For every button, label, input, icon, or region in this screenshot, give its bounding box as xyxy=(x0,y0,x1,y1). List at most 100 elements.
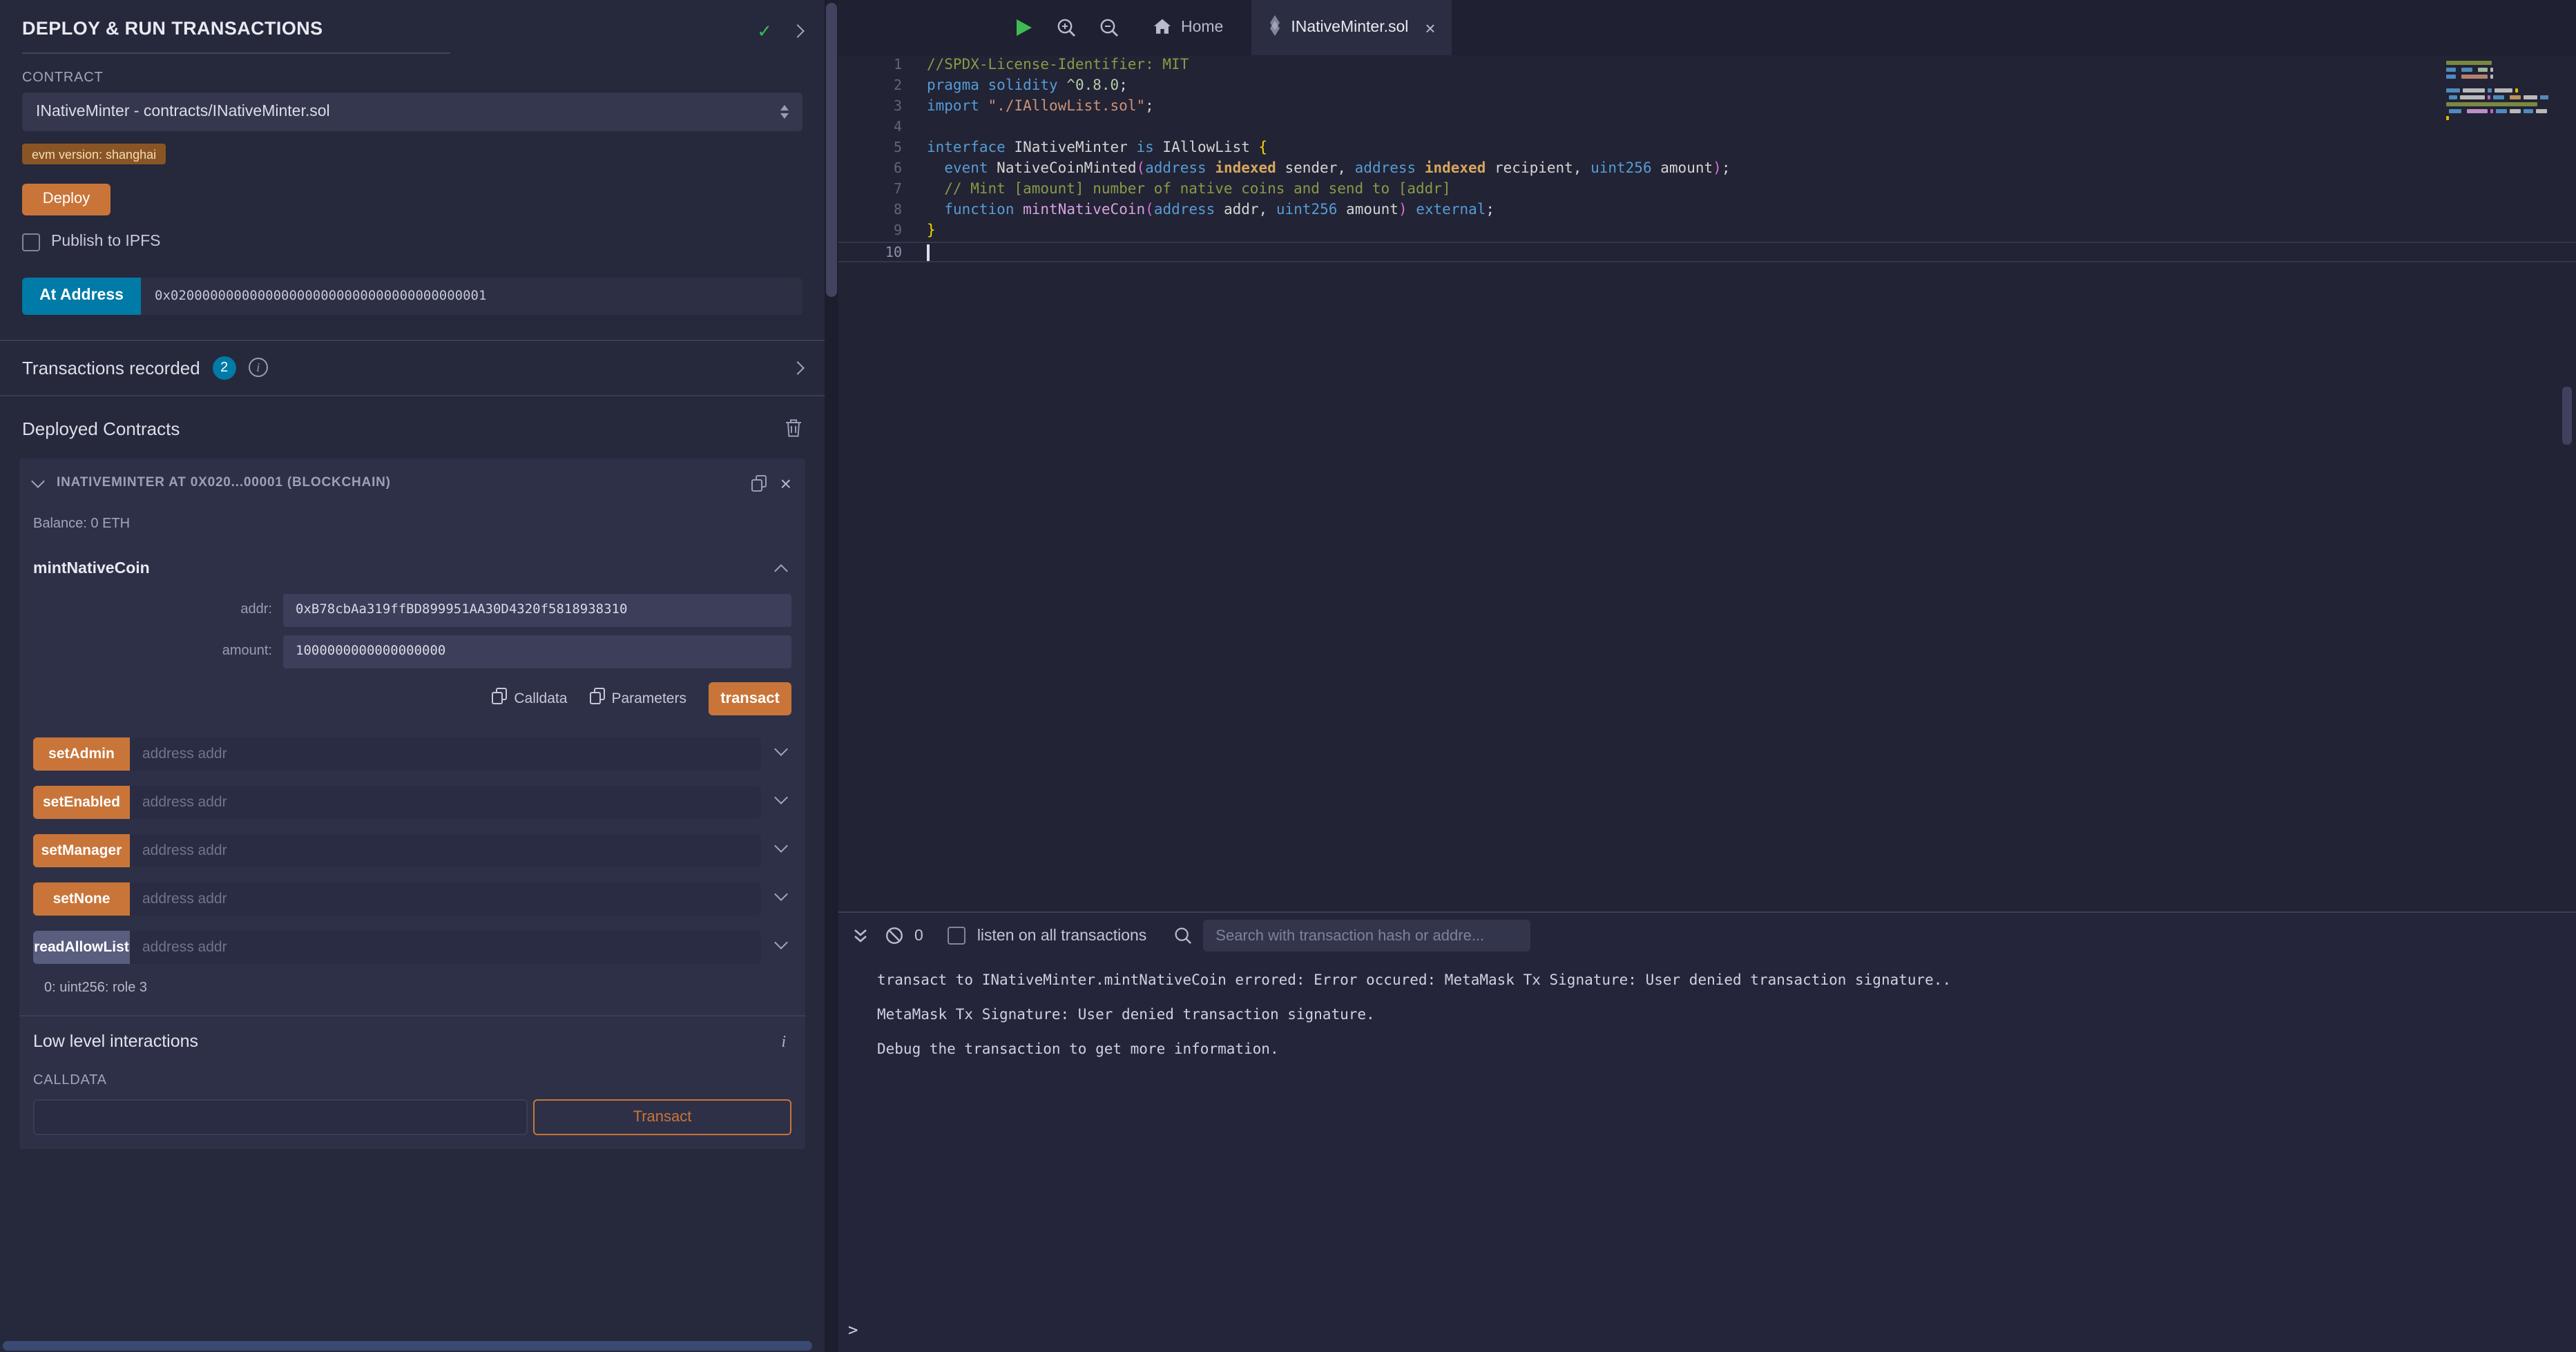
panel-expand-chevron-icon[interactable] xyxy=(791,24,805,38)
code-line-4[interactable]: 4 xyxy=(838,117,2576,138)
function-button-setNone[interactable]: setNone xyxy=(33,882,130,915)
code-line-8[interactable]: 8 function mintNativeCoin(address addr, … xyxy=(838,200,2576,221)
code-text: //SPDX-License-Identifier: MIT xyxy=(902,55,1189,76)
chevron-down-icon[interactable] xyxy=(774,790,788,804)
chevron-down-icon[interactable] xyxy=(31,474,45,487)
tab-home[interactable]: Home xyxy=(1137,0,1240,55)
transact-button[interactable]: transact xyxy=(709,682,791,715)
open-function-header[interactable]: mintNativeCoin xyxy=(33,560,791,577)
function-input-setNone[interactable] xyxy=(130,882,761,915)
calldata-input[interactable] xyxy=(33,1099,528,1134)
solidity-icon xyxy=(1267,15,1281,40)
code-text: pragma solidity ^0.8.0; xyxy=(902,76,1128,97)
open-function-section: mintNativeCoin addr: amount: Calldata Par… xyxy=(19,531,805,715)
listen-all-transactions-label: listen on all transactions xyxy=(977,927,1146,944)
function-button-readAllowList[interactable]: readAllowList xyxy=(33,930,130,963)
zoom-out-icon[interactable] xyxy=(1099,18,1119,37)
minimap-line xyxy=(2446,116,2548,120)
code-line-5[interactable]: 5interface INativeMinter is IAllowList { xyxy=(838,138,2576,159)
minimap[interactable] xyxy=(2446,61,2548,130)
function-button-setAdmin[interactable]: setAdmin xyxy=(33,737,130,770)
copy-icon[interactable] xyxy=(751,474,767,491)
code-text xyxy=(902,117,927,138)
search-icon xyxy=(1174,927,1192,945)
code-line-1[interactable]: 1//SPDX-License-Identifier: MIT xyxy=(838,55,2576,76)
parameters-copy-action[interactable]: Parameters xyxy=(589,688,686,708)
zoom-in-icon[interactable] xyxy=(1057,18,1076,37)
minimap-line xyxy=(2446,88,2548,93)
low-level-transact-button[interactable]: Transact xyxy=(533,1099,791,1134)
line-number: 2 xyxy=(838,76,902,97)
terminal-prompt[interactable]: > xyxy=(838,1320,2576,1352)
text-cursor xyxy=(927,244,929,261)
terminal-logs[interactable]: transact to INativeMinter.mintNativeCoin… xyxy=(838,958,2576,1320)
transactions-recorded-bar[interactable]: Transactions recorded 2 i xyxy=(0,339,825,396)
deploy-button[interactable]: Deploy xyxy=(22,183,110,215)
chevron-down-icon[interactable] xyxy=(774,838,788,852)
function-fields: addr: amount: xyxy=(33,593,791,668)
code-line-10[interactable]: 10 xyxy=(838,242,2576,262)
chevron-down-icon[interactable] xyxy=(774,935,788,949)
deploy-run-panel: DEPLOY & RUN TRANSACTIONS ✓ CONTRACT INa… xyxy=(0,0,838,1352)
function-input-setEnabled[interactable] xyxy=(130,785,761,818)
deployed-contracts-header: Deployed Contracts xyxy=(0,396,825,450)
code-line-7[interactable]: 7 // Mint [amount] number of native coin… xyxy=(838,180,2576,200)
code-editor[interactable]: 1//SPDX-License-Identifier: MIT2pragma s… xyxy=(838,55,2576,911)
tab-home-label: Home xyxy=(1181,19,1223,36)
field-label: addr: xyxy=(33,602,283,617)
calldata-label: CALLDATA xyxy=(33,1072,791,1088)
copy-icon xyxy=(492,688,507,708)
field-input-amount[interactable] xyxy=(283,635,791,668)
line-number: 1 xyxy=(838,55,902,76)
code-line-6[interactable]: 6 event NativeCoinMinted(address indexed… xyxy=(838,159,2576,180)
chevron-up-icon[interactable] xyxy=(774,563,788,577)
terminal-log-line: Debug the transaction to get more inform… xyxy=(877,1041,2576,1058)
minimap-line xyxy=(2446,102,2548,106)
contract-select[interactable]: INativeMinter - contracts/INativeMinter.… xyxy=(22,93,802,131)
low-level-section: Low level interactions i CALLDATA Transa… xyxy=(19,1014,805,1134)
clear-console-ban-icon[interactable] xyxy=(885,927,903,945)
terminal-search-input[interactable] xyxy=(1203,920,1530,952)
chevron-down-icon[interactable] xyxy=(774,742,788,755)
function-button-setManager[interactable]: setManager xyxy=(33,833,130,867)
function-input-setManager[interactable] xyxy=(130,833,761,867)
publish-ipfs-row[interactable]: Publish to IPFS xyxy=(22,233,802,251)
panel-horizontal-scrollbar[interactable] xyxy=(3,1341,812,1351)
trash-icon[interactable] xyxy=(785,418,802,438)
info-icon: i xyxy=(249,358,268,377)
copy-icon xyxy=(589,688,604,708)
instance-header[interactable]: INATIVEMINTER AT 0X020...00001 (BLOCKCHA… xyxy=(19,458,805,503)
function-input-readAllowList[interactable] xyxy=(130,930,761,963)
deployed-instance-card: INATIVEMINTER AT 0X020...00001 (BLOCKCHA… xyxy=(19,458,805,1148)
code-line-9[interactable]: 9} xyxy=(838,221,2576,242)
listen-all-transactions-checkbox[interactable] xyxy=(948,927,966,945)
contract-section: CONTRACT INativeMinter - contracts/INati… xyxy=(0,54,825,339)
code-line-2[interactable]: 2pragma solidity ^0.8.0; xyxy=(838,76,2576,97)
field-input-addr[interactable] xyxy=(283,593,791,626)
panel-vertical-scrollbar[interactable] xyxy=(825,0,838,1352)
code-line-3[interactable]: 3import "./IAllowList.sol"; xyxy=(838,97,2576,117)
publish-ipfs-label: Publish to IPFS xyxy=(51,233,161,250)
at-address-input[interactable] xyxy=(141,277,802,314)
play-icon[interactable] xyxy=(1015,18,1033,37)
function-input-setAdmin[interactable] xyxy=(130,737,761,770)
calldata-copy-action[interactable]: Calldata xyxy=(492,688,567,708)
function-button-setEnabled[interactable]: setEnabled xyxy=(33,785,130,818)
code-lines: 1//SPDX-License-Identifier: MIT2pragma s… xyxy=(838,55,2576,262)
field-label: amount: xyxy=(33,644,283,659)
chevron-right-icon[interactable] xyxy=(791,360,805,374)
code-text: interface INativeMinter is IAllowList { xyxy=(902,138,1267,159)
chevron-down-icon[interactable] xyxy=(774,887,788,900)
at-address-button[interactable]: At Address xyxy=(22,277,141,314)
double-chevron-down-icon[interactable] xyxy=(852,927,869,945)
tab-inativeminter-sol[interactable]: INativeMinter.sol × xyxy=(1251,0,1452,55)
scrollbar-handle[interactable] xyxy=(826,3,837,297)
info-icon[interactable]: i xyxy=(781,1031,786,1052)
tab-close-icon[interactable]: × xyxy=(1425,19,1435,37)
close-icon[interactable]: × xyxy=(780,473,791,492)
function-name: mintNativeCoin xyxy=(33,560,150,577)
home-icon xyxy=(1153,17,1171,38)
editor-scrollbar-handle[interactable] xyxy=(2562,387,2572,445)
publish-ipfs-checkbox[interactable] xyxy=(22,233,40,251)
minimap-line xyxy=(2446,81,2548,86)
